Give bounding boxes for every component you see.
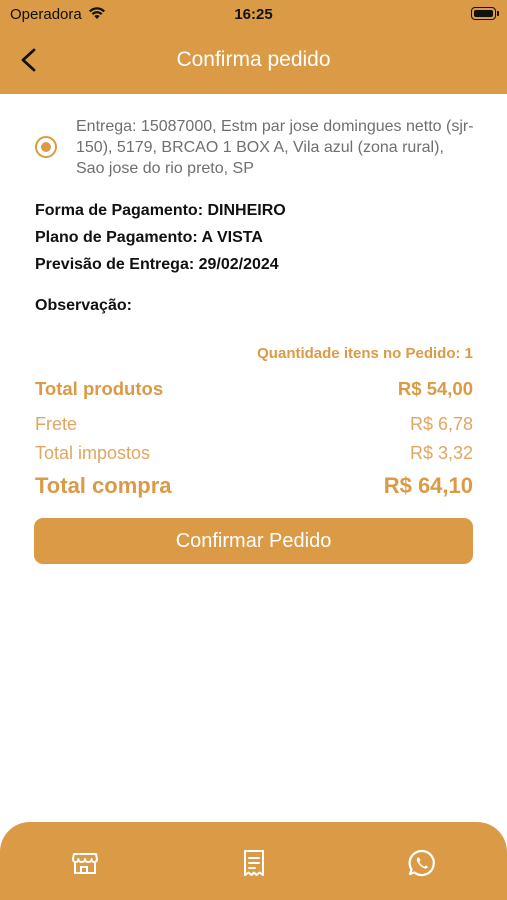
payment-plan: Plano de Pagamento: A VISTA (35, 229, 263, 246)
page-title: Confirma pedido (176, 48, 331, 71)
freight-value: R$ 6,78 (409, 414, 473, 434)
receipt-icon (244, 850, 264, 876)
payment-form: Forma de Pagamento: DINHEIRO (35, 202, 286, 219)
bottom-tab-bar (0, 822, 507, 900)
observation-label: Observação: (35, 297, 132, 314)
whatsapp-tab[interactable] (405, 846, 439, 880)
address-radio[interactable] (35, 136, 57, 158)
status-bar: Operadora 16:25 (0, 0, 507, 30)
delivery-forecast: Previsão de Entrega: 29/02/2024 (35, 256, 279, 273)
items-quantity: Quantidade itens no Pedido: 1 (257, 345, 473, 362)
freight-label: Frete (35, 414, 78, 434)
total-products-label: Total produtos (35, 378, 164, 399)
store-tab[interactable] (68, 846, 102, 880)
total-purchase-value: R$ 64,10 (383, 473, 473, 498)
status-time: 16:25 (234, 6, 273, 23)
confirm-order-button[interactable]: Confirmar Pedido (34, 518, 473, 564)
app-header: Operadora 16:25 Confirma pedido (0, 0, 507, 94)
whatsapp-icon (408, 849, 435, 877)
delivery-address: Entrega: 15087000, Estm par jose domingu… (76, 118, 474, 177)
total-purchase-label: Total compra (35, 473, 172, 498)
radio-selected-dot (41, 142, 51, 152)
store-icon (72, 853, 98, 874)
total-products-value: R$ 54,00 (397, 378, 473, 399)
taxes-value: R$ 3,32 (409, 443, 473, 463)
taxes-label: Total impostos (35, 443, 151, 463)
orders-tab[interactable] (237, 846, 271, 880)
battery-icon (471, 7, 499, 20)
